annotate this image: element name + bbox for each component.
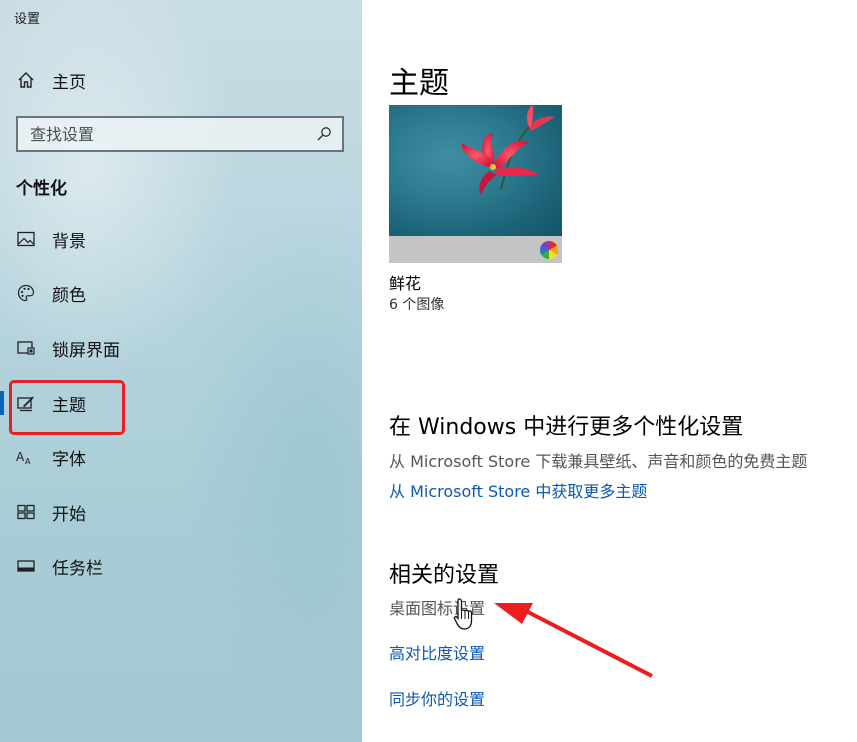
related-settings-heading: 相关的设置 (389, 563, 500, 588)
sidebar-item-colors[interactable]: 颜色 (0, 273, 362, 313)
sidebar-item-taskbar[interactable]: 任务栏 (0, 546, 362, 586)
hand-cursor-icon (453, 598, 473, 630)
annotation-highlight-box (9, 380, 125, 435)
more-personalization-heading: 在 Windows 中进行更多个性化设置 (389, 415, 744, 440)
sidebar-item-label: 任务栏 (52, 558, 103, 579)
page-title: 主题 (389, 66, 449, 101)
picture-icon (16, 229, 36, 249)
color-wheel-icon (540, 241, 558, 259)
sidebar-item-background[interactable]: 背景 (0, 219, 362, 259)
search-box[interactable] (16, 116, 344, 152)
sidebar-item-start[interactable]: 开始 (0, 492, 362, 532)
palette-icon (16, 283, 36, 303)
sidebar-item-fonts[interactable]: AA 字体 (0, 437, 362, 477)
sidebar: 设置 主页 个性化 背景 颜色 (0, 0, 362, 742)
section-title: 个性化 (16, 179, 67, 199)
main-content: 主题 鲜花 6 个图像 在 Windows 中进行更多个性化设置 从 Micro… (362, 0, 857, 742)
home-nav-item[interactable]: 主页 (16, 66, 86, 94)
theme-color-bar (389, 236, 562, 263)
svg-text:A: A (25, 457, 31, 466)
sidebar-item-label: 背景 (52, 231, 86, 252)
sync-settings-link[interactable]: 同步你的设置 (389, 686, 485, 710)
sidebar-item-label: 开始 (52, 504, 86, 525)
sidebar-item-label: 颜色 (52, 285, 86, 306)
home-icon (16, 70, 36, 90)
get-more-themes-link[interactable]: 从 Microsoft Store 中获取更多主题 (389, 478, 647, 502)
home-label: 主页 (52, 72, 86, 93)
window-title: 设置 (14, 12, 41, 27)
sidebar-item-label: 字体 (52, 449, 86, 470)
start-icon (16, 502, 36, 522)
theme-preview-image[interactable] (389, 105, 562, 236)
taskbar-icon (16, 556, 36, 576)
search-icon[interactable] (316, 126, 332, 142)
theme-image-count: 6 个图像 (389, 297, 445, 313)
svg-text:A: A (16, 450, 25, 464)
lock-screen-icon (16, 338, 36, 358)
sidebar-item-lock-screen[interactable]: 锁屏界面 (0, 328, 362, 368)
high-contrast-settings-link[interactable]: 高对比度设置 (389, 640, 485, 664)
font-icon: AA (16, 447, 36, 467)
theme-name: 鲜花 (389, 274, 422, 293)
sidebar-item-label: 锁屏界面 (52, 340, 120, 361)
more-personalization-description: 从 Microsoft Store 下载兼具壁纸、声音和颜色的免费主题 (389, 452, 808, 471)
theme-card[interactable] (389, 105, 562, 263)
search-input[interactable] (30, 124, 316, 144)
